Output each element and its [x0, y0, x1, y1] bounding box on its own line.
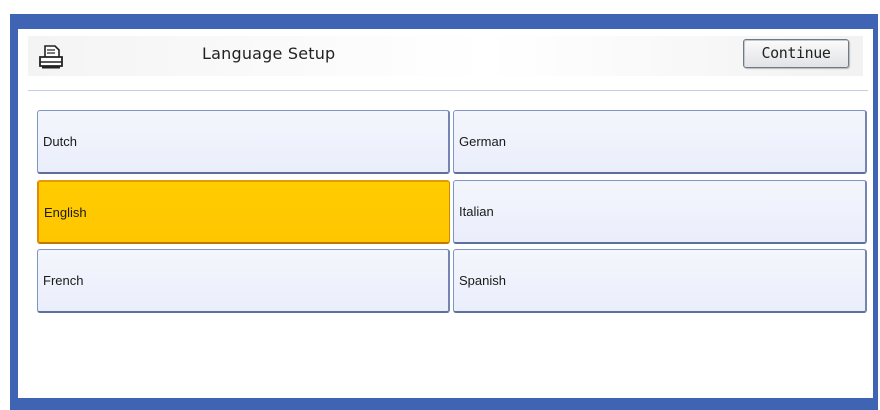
- language-option-spanish[interactable]: Spanish: [453, 249, 867, 313]
- language-option-italian[interactable]: Italian: [453, 180, 867, 244]
- continue-button[interactable]: Continue: [743, 39, 849, 68]
- header-divider: [28, 90, 868, 91]
- page-title: Language Setup: [202, 44, 336, 63]
- printer-icon: [39, 45, 63, 69]
- header-bar: [28, 36, 863, 76]
- language-option-german[interactable]: German: [453, 110, 867, 174]
- language-option-dutch[interactable]: Dutch: [37, 110, 450, 174]
- language-option-english[interactable]: English: [37, 180, 450, 244]
- language-option-french[interactable]: French: [37, 249, 450, 313]
